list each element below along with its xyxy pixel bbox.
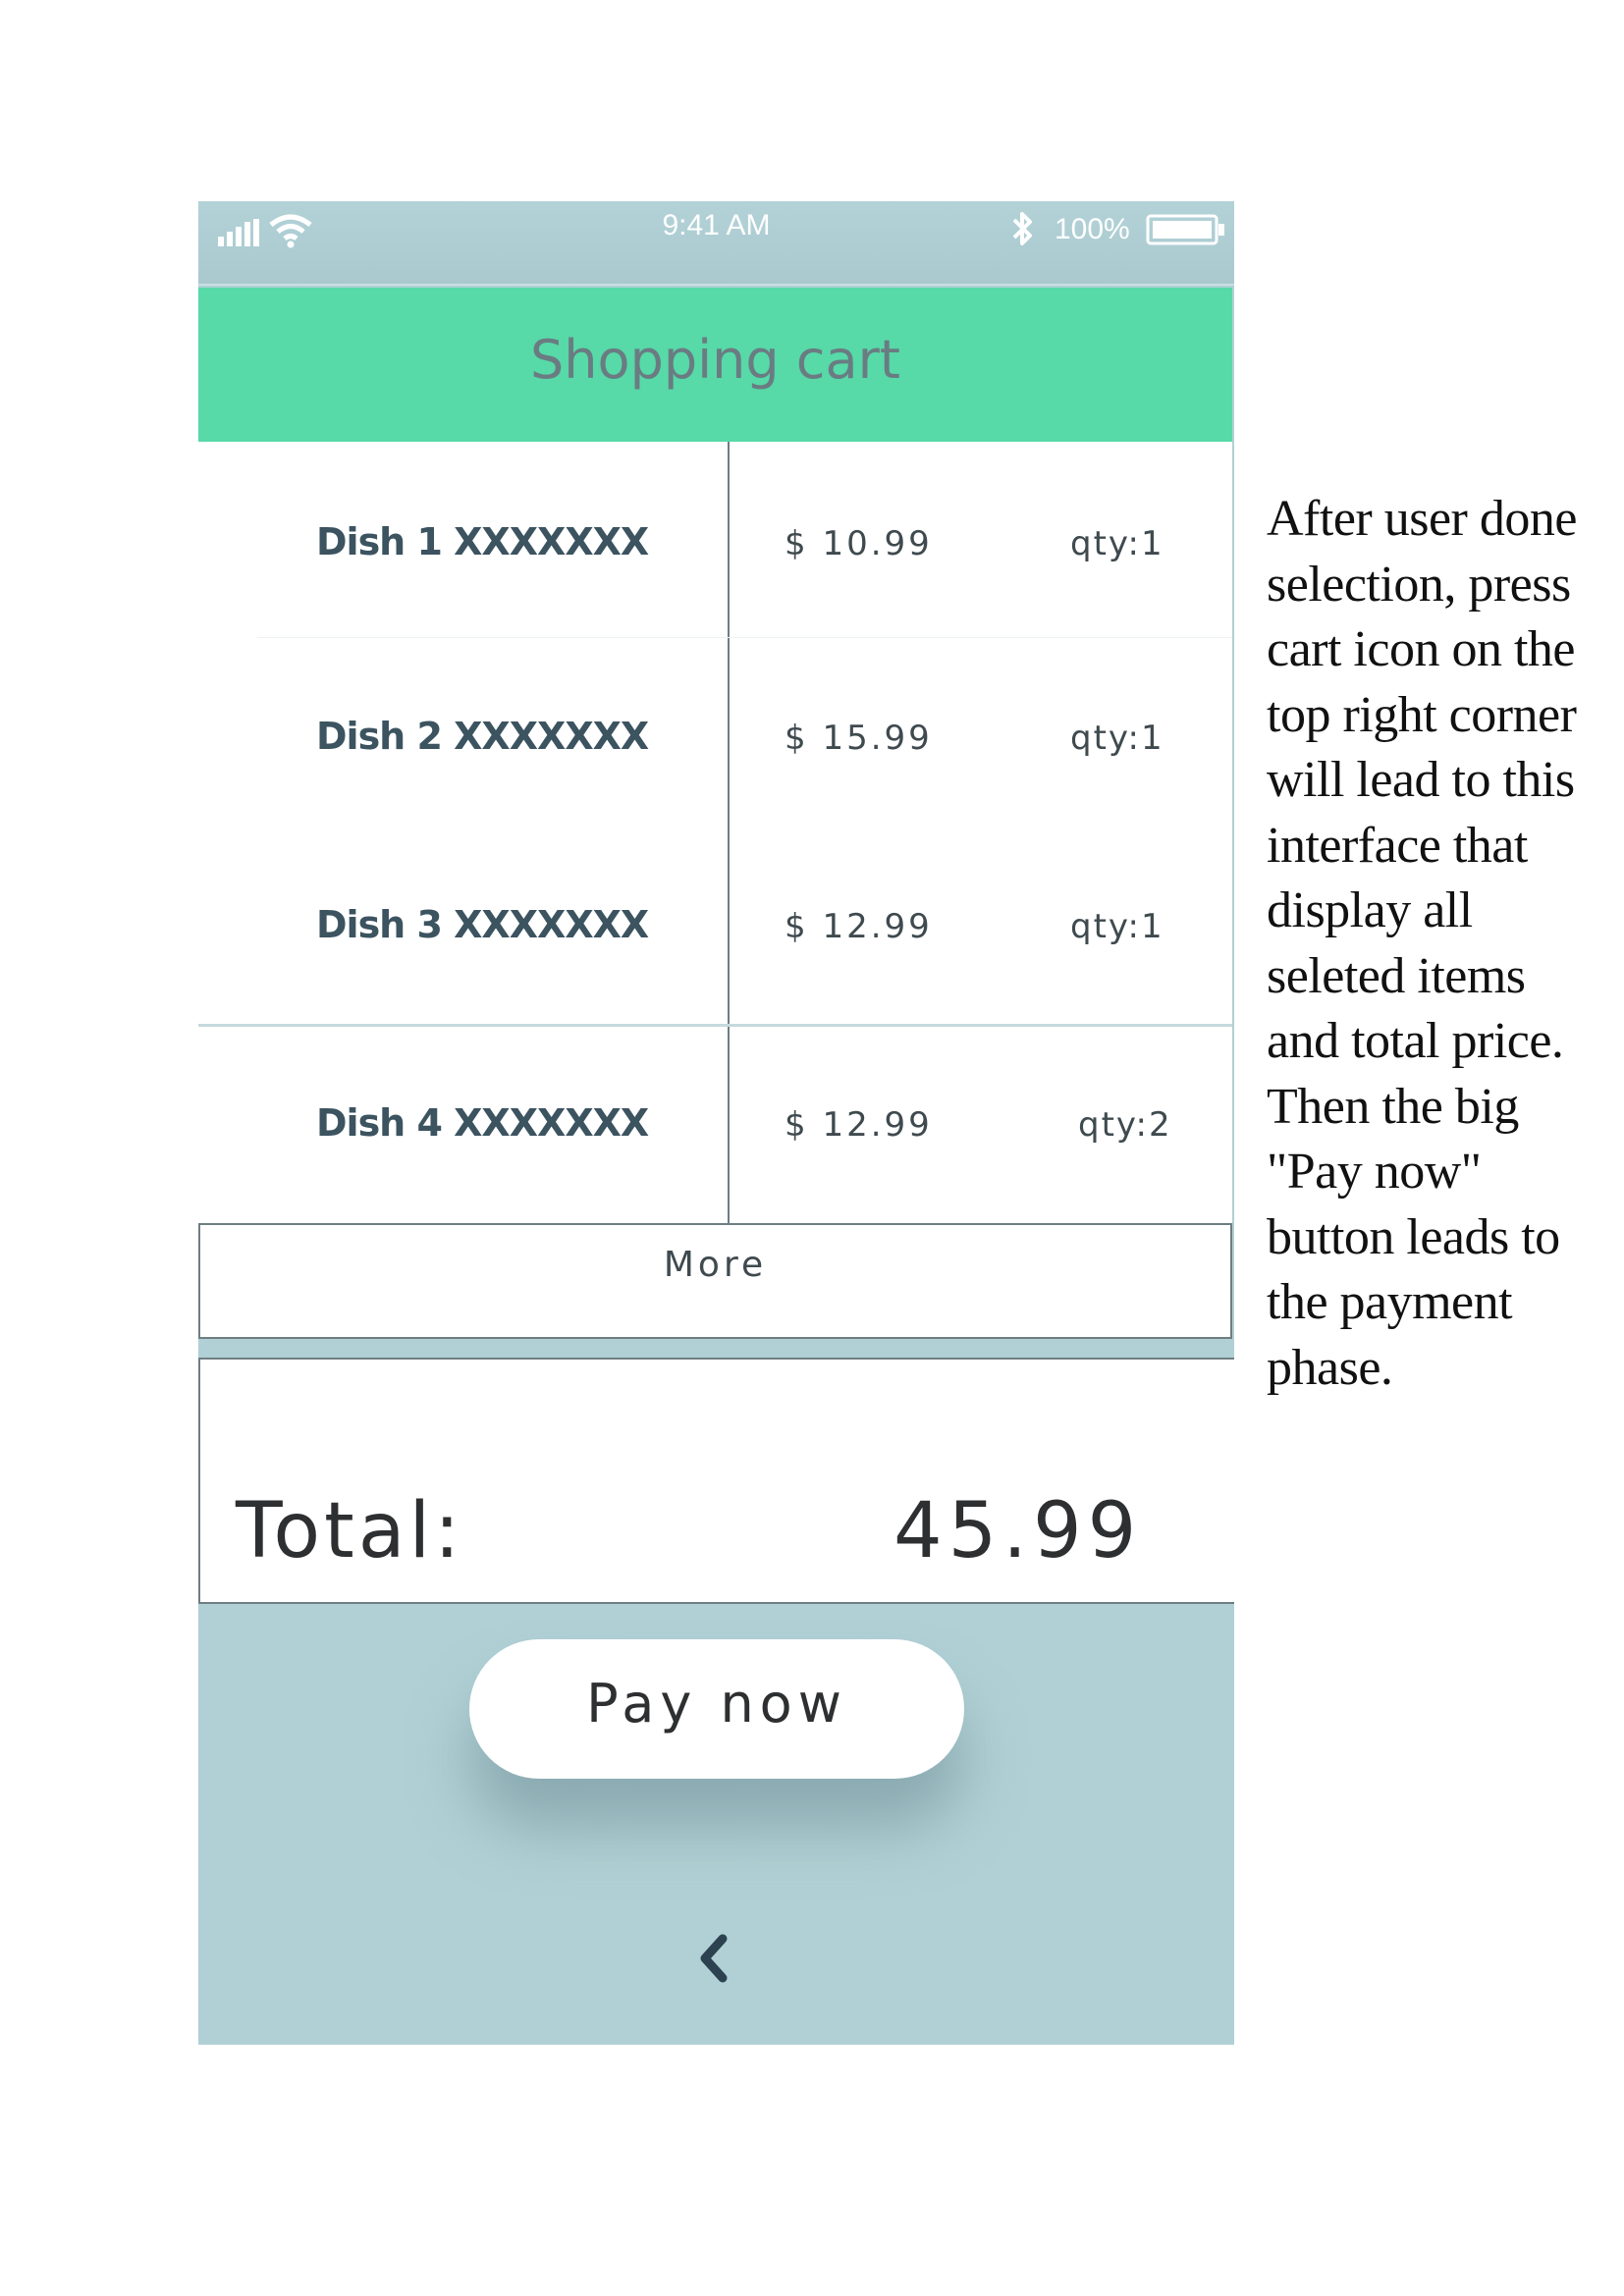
bluetooth-icon	[1012, 212, 1032, 245]
row-divider	[198, 1024, 1232, 1027]
dish-price: $ 15.99	[785, 719, 933, 758]
annotation-line: selection, press	[1267, 556, 1571, 613]
total-panel: Total: 45.99	[198, 1358, 1234, 1604]
dish-quantity: qty:1	[1070, 719, 1164, 758]
more-button[interactable]: More	[198, 1223, 1232, 1339]
cart-item-row[interactable]: Dish 2 XXXXXXX $ 15.99 qty:1	[198, 705, 1232, 783]
annotation-line: Then the big	[1267, 1078, 1519, 1135]
annotation-line: the payment	[1267, 1274, 1513, 1330]
dish-name: Dish 2 XXXXXXX	[316, 715, 649, 758]
dish-quantity: qty:2	[1078, 1105, 1172, 1145]
dish-price: $ 12.99	[785, 907, 933, 946]
dish-price: $ 12.99	[785, 1105, 933, 1145]
dish-price: $ 10.99	[785, 524, 933, 563]
battery-icon	[1146, 214, 1224, 245]
cart-item-row[interactable]: Dish 1 XXXXXXX $ 10.99 qty:1	[198, 510, 1232, 589]
dish-name: Dish 3 XXXXXXX	[316, 903, 649, 946]
annotation-line: phase.	[1267, 1339, 1393, 1396]
annotation-line: seleted items	[1267, 947, 1526, 1004]
annotation-line: top right corner	[1267, 686, 1577, 743]
row-divider	[257, 637, 1232, 638]
annotation-line: "Pay now"	[1267, 1144, 1482, 1200]
cart-item-row[interactable]: Dish 3 XXXXXXX $ 12.99 qty:1	[198, 893, 1232, 972]
pay-now-button[interactable]: Pay now	[469, 1639, 964, 1779]
annotation-line: button leads to	[1267, 1208, 1560, 1265]
cart-item-row[interactable]: Dish 4 XXXXXXX $ 12.99 qty:2	[198, 1092, 1232, 1170]
annotation-line: display all	[1267, 882, 1473, 938]
cart-header: Shopping cart	[198, 288, 1232, 442]
annotation-line: will lead to this	[1267, 752, 1575, 808]
dish-name: Dish 4 XXXXXXX	[316, 1101, 649, 1145]
annotation-line: interface that	[1267, 817, 1528, 874]
annotation-line: After user done	[1267, 491, 1577, 547]
phone-screen: 9:41 AM 100% Shopping cart Dish 1 XXXXXX…	[198, 201, 1234, 2045]
total-label: Total:	[236, 1487, 464, 1575]
dish-name: Dish 1 XXXXXXX	[316, 520, 649, 563]
battery-percentage: 100%	[1055, 213, 1130, 245]
cart-item-list: Dish 1 XXXXXXX $ 10.99 qty:1 Dish 2 XXXX…	[198, 442, 1232, 1224]
status-bar: 9:41 AM 100%	[198, 201, 1234, 286]
total-value: 45.99	[893, 1487, 1143, 1575]
more-label: More	[663, 1245, 768, 1285]
chevron-left-icon[interactable]	[689, 1929, 738, 1988]
dish-quantity: qty:1	[1070, 907, 1164, 946]
annotation-note: After user done selection, press cart ic…	[1267, 487, 1620, 1401]
pay-now-label: Pay now	[586, 1673, 847, 1735]
page-title: Shopping cart	[530, 329, 900, 391]
dish-quantity: qty:1	[1070, 524, 1164, 563]
annotation-line: cart icon on the	[1267, 621, 1575, 677]
annotation-line: and total price.	[1267, 1013, 1564, 1069]
